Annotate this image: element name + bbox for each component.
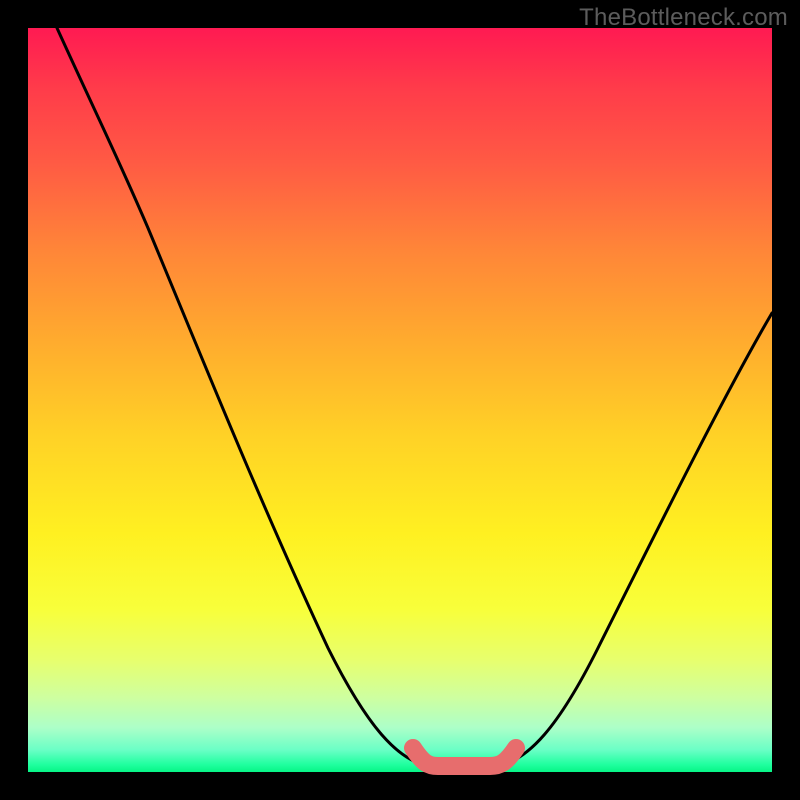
bottleneck-curve-line <box>57 28 772 766</box>
chart-plot-area <box>28 28 772 772</box>
chart-svg <box>28 28 772 772</box>
chart-frame: TheBottleneck.com <box>0 0 800 800</box>
optimal-range-highlight <box>413 748 516 766</box>
